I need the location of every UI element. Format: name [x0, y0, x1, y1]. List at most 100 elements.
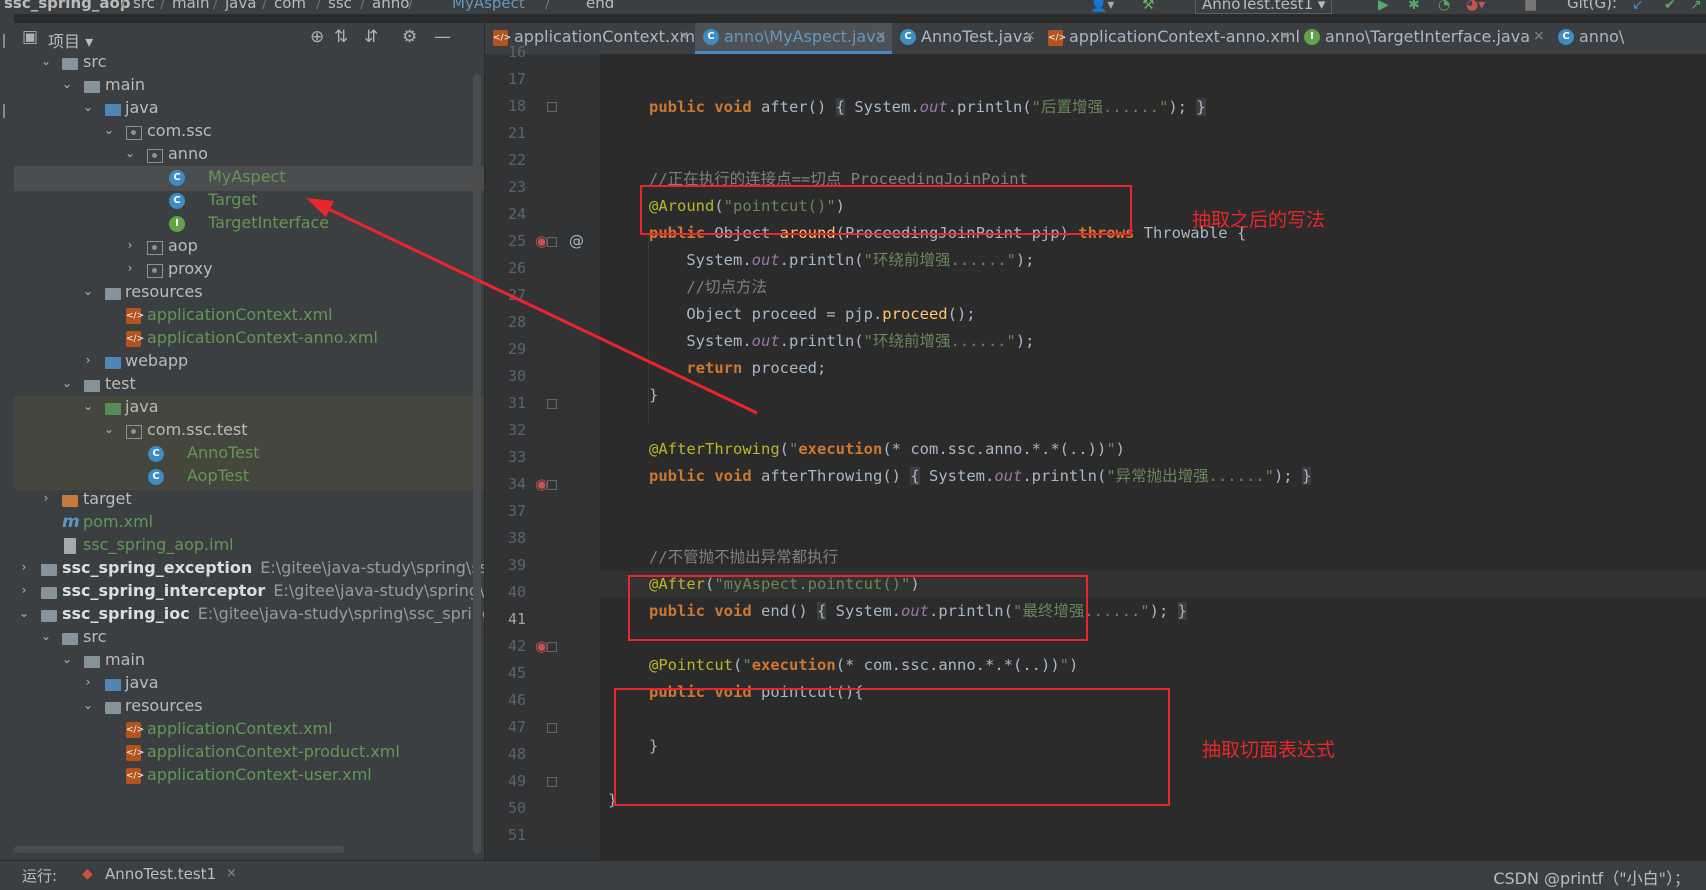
gutter-line[interactable]: 26	[485, 256, 600, 283]
fold-marker-icon[interactable]	[547, 399, 557, 409]
tree-scrollbar[interactable]	[473, 74, 481, 854]
tree-node-test[interactable]: ⌄ test	[14, 373, 484, 398]
expand-arrow-icon[interactable]: ⌄	[103, 123, 115, 137]
expand-arrow-icon[interactable]: ⌄	[40, 54, 52, 68]
gutter-line[interactable]: 32	[485, 418, 600, 445]
gutter-line[interactable]: 33	[485, 445, 600, 472]
gutter-line[interactable]: 30	[485, 364, 600, 391]
expand-arrow-icon[interactable]: ⌄	[103, 422, 115, 436]
git-commit-icon[interactable]: ✔	[1664, 0, 1676, 13]
fold-marker-icon[interactable]	[547, 723, 557, 733]
breadcrumb-end[interactable]: end	[586, 0, 614, 12]
gutter-line[interactable]: 29	[485, 337, 600, 364]
expand-arrow-icon[interactable]: ⌄	[61, 652, 73, 666]
breadcrumb-java[interactable]: java	[225, 0, 256, 12]
gutter-line[interactable]: 27	[485, 283, 600, 310]
expand-arrow-icon[interactable]: ⌄	[61, 376, 73, 390]
gutter-line[interactable]: 38	[485, 526, 600, 553]
profile-icon[interactable]: ◕▾	[1466, 0, 1485, 13]
run-tab[interactable]: AnnoTest.test1	[105, 865, 216, 883]
tree-node-myaspect[interactable]: C MyAspect	[14, 166, 484, 191]
gutter-line[interactable]: 25 ◉ @	[485, 229, 600, 256]
breadcrumb-project[interactable]: ssc_spring_aop	[4, 0, 131, 12]
gutter-line[interactable]: 16	[485, 40, 600, 67]
fold-marker-icon[interactable]	[547, 777, 557, 787]
breadcrumb-ssc[interactable]: ssc	[328, 0, 352, 12]
hide-panel-icon[interactable]: —	[434, 27, 451, 47]
run-icon[interactable]: ▶	[1378, 0, 1389, 13]
tree-node-iml[interactable]: ssc_spring_aop.iml	[14, 534, 484, 559]
expand-arrow-icon[interactable]: ⌄	[82, 698, 94, 712]
gutter-line[interactable]: 49	[485, 769, 600, 796]
tree-node-com-ssc[interactable]: ⌄ com.ssc	[14, 120, 484, 145]
collapse-arrow-icon[interactable]: ›	[18, 560, 30, 574]
tree-node-com-ssc-test[interactable]: ⌄ com.ssc.test	[14, 419, 484, 444]
breadcrumb-main[interactable]: main	[172, 0, 209, 12]
tab-myaspect-java[interactable]: C anno\MyAspect.java ×	[695, 23, 892, 54]
gutter-line[interactable]: 34 ◉	[485, 472, 600, 499]
collapse-arrow-icon[interactable]: ›	[82, 353, 94, 367]
gutter-line[interactable]: 46	[485, 688, 600, 715]
tree-horizontal-scrollbar[interactable]	[14, 846, 344, 853]
coverage-icon[interactable]: ◔	[1438, 0, 1450, 13]
tree-node-target-folder[interactable]: › target	[14, 488, 484, 513]
gutter-line[interactable]: 47	[485, 715, 600, 742]
project-tool-button[interactable]	[3, 34, 12, 48]
tree-node-annotest[interactable]: C AnnoTest	[14, 442, 484, 467]
close-icon[interactable]: ×	[875, 28, 887, 44]
tree-node-applicationcontext-xml[interactable]: </> applicationContext.xml	[14, 304, 484, 329]
tree-node-ssc-spring-exception[interactable]: › ssc_spring_exception E:\gitee\java-stud…	[14, 557, 484, 582]
tree-node-targetinterface[interactable]: I TargetInterface	[14, 212, 484, 237]
tree-node-aop[interactable]: › aop	[14, 235, 484, 260]
gutter-line[interactable]: 40	[485, 580, 600, 607]
tree-node-ioc-src[interactable]: ⌄ src	[14, 626, 484, 651]
tree-node-proxy[interactable]: › proxy	[14, 258, 484, 283]
collapse-arrow-icon[interactable]: ›	[18, 583, 30, 597]
locate-file-icon[interactable]: ⊕	[310, 27, 324, 47]
expand-arrow-icon[interactable]: ⌄	[40, 629, 52, 643]
breadcrumb-src[interactable]: src	[133, 0, 155, 12]
gutter-line[interactable]: 48	[485, 742, 600, 769]
tree-node-target[interactable]: C Target	[14, 189, 484, 214]
build-hammer-icon[interactable]: ⚒	[1142, 0, 1155, 13]
tree-node-ioc-java[interactable]: › java	[14, 672, 484, 697]
collapse-arrow-icon[interactable]: ›	[40, 491, 52, 505]
gutter-line[interactable]: 21	[485, 121, 600, 148]
close-icon[interactable]: ×	[226, 866, 237, 881]
stop-icon[interactable]: ■	[1524, 0, 1537, 13]
override-icon[interactable]: @	[569, 232, 584, 250]
tree-node-main[interactable]: ⌄ main	[14, 74, 484, 99]
breadcrumb-com[interactable]: com	[274, 0, 306, 12]
tree-node-webapp[interactable]: › webapp	[14, 350, 484, 375]
close-icon[interactable]: ×	[1024, 28, 1036, 44]
git-push-icon[interactable]: ↗	[1690, 0, 1702, 13]
tab-anno-overflow[interactable]: C anno\	[1550, 23, 1706, 54]
tree-node-pom-xml[interactable]: m pom.xml	[14, 511, 484, 536]
git-update-icon[interactable]: ↙	[1632, 0, 1644, 13]
tree-node-applicationcontext-anno-xml[interactable]: </> applicationContext-anno.xml	[14, 327, 484, 352]
close-icon[interactable]: ×	[1279, 28, 1291, 44]
breadcrumb-myaspect[interactable]: MyAspect	[452, 0, 525, 12]
gutter-line[interactable]: 28	[485, 310, 600, 337]
tree-node-ioc-applicationcontext-xml[interactable]: </> applicationContext.xml	[14, 718, 484, 743]
structure-tool-button[interactable]	[3, 104, 12, 118]
tree-node-src[interactable]: ⌄ src	[14, 54, 484, 76]
project-panel-title[interactable]: 项目 ▾	[48, 28, 93, 52]
tree-node-resources[interactable]: ⌄ resources	[14, 281, 484, 306]
tree-node-aoptest[interactable]: C AopTest	[14, 465, 484, 490]
gutter-line[interactable]: 41💡	[485, 607, 632, 634]
gutter-line[interactable]: 23	[485, 175, 600, 202]
tree-node-ioc-applicationcontext-product-xml[interactable]: </> applicationContext-product.xml	[14, 741, 484, 766]
run-config-select[interactable]: AnnoTest.test1 ▾	[1195, 0, 1333, 14]
user-icon[interactable]: 👤▾	[1090, 0, 1114, 13]
expand-arrow-icon[interactable]: ⌄	[124, 146, 136, 160]
fold-marker-icon[interactable]	[547, 642, 557, 652]
tab-targetinterface-java[interactable]: I anno\TargetInterface.java ×	[1296, 23, 1550, 54]
gutter-line[interactable]: 45	[485, 661, 600, 688]
debug-icon[interactable]: ✱	[1408, 0, 1420, 13]
tree-node-anno[interactable]: ⌄ anno	[14, 143, 484, 168]
tree-node-ioc-main[interactable]: ⌄ main	[14, 649, 484, 674]
close-icon[interactable]: ×	[678, 28, 690, 44]
tree-node-test-java[interactable]: ⌄ java	[14, 396, 484, 421]
tree-node-ssc-spring-interceptor[interactable]: › ssc_spring_interceptor E:\gitee\java-st…	[14, 580, 484, 605]
